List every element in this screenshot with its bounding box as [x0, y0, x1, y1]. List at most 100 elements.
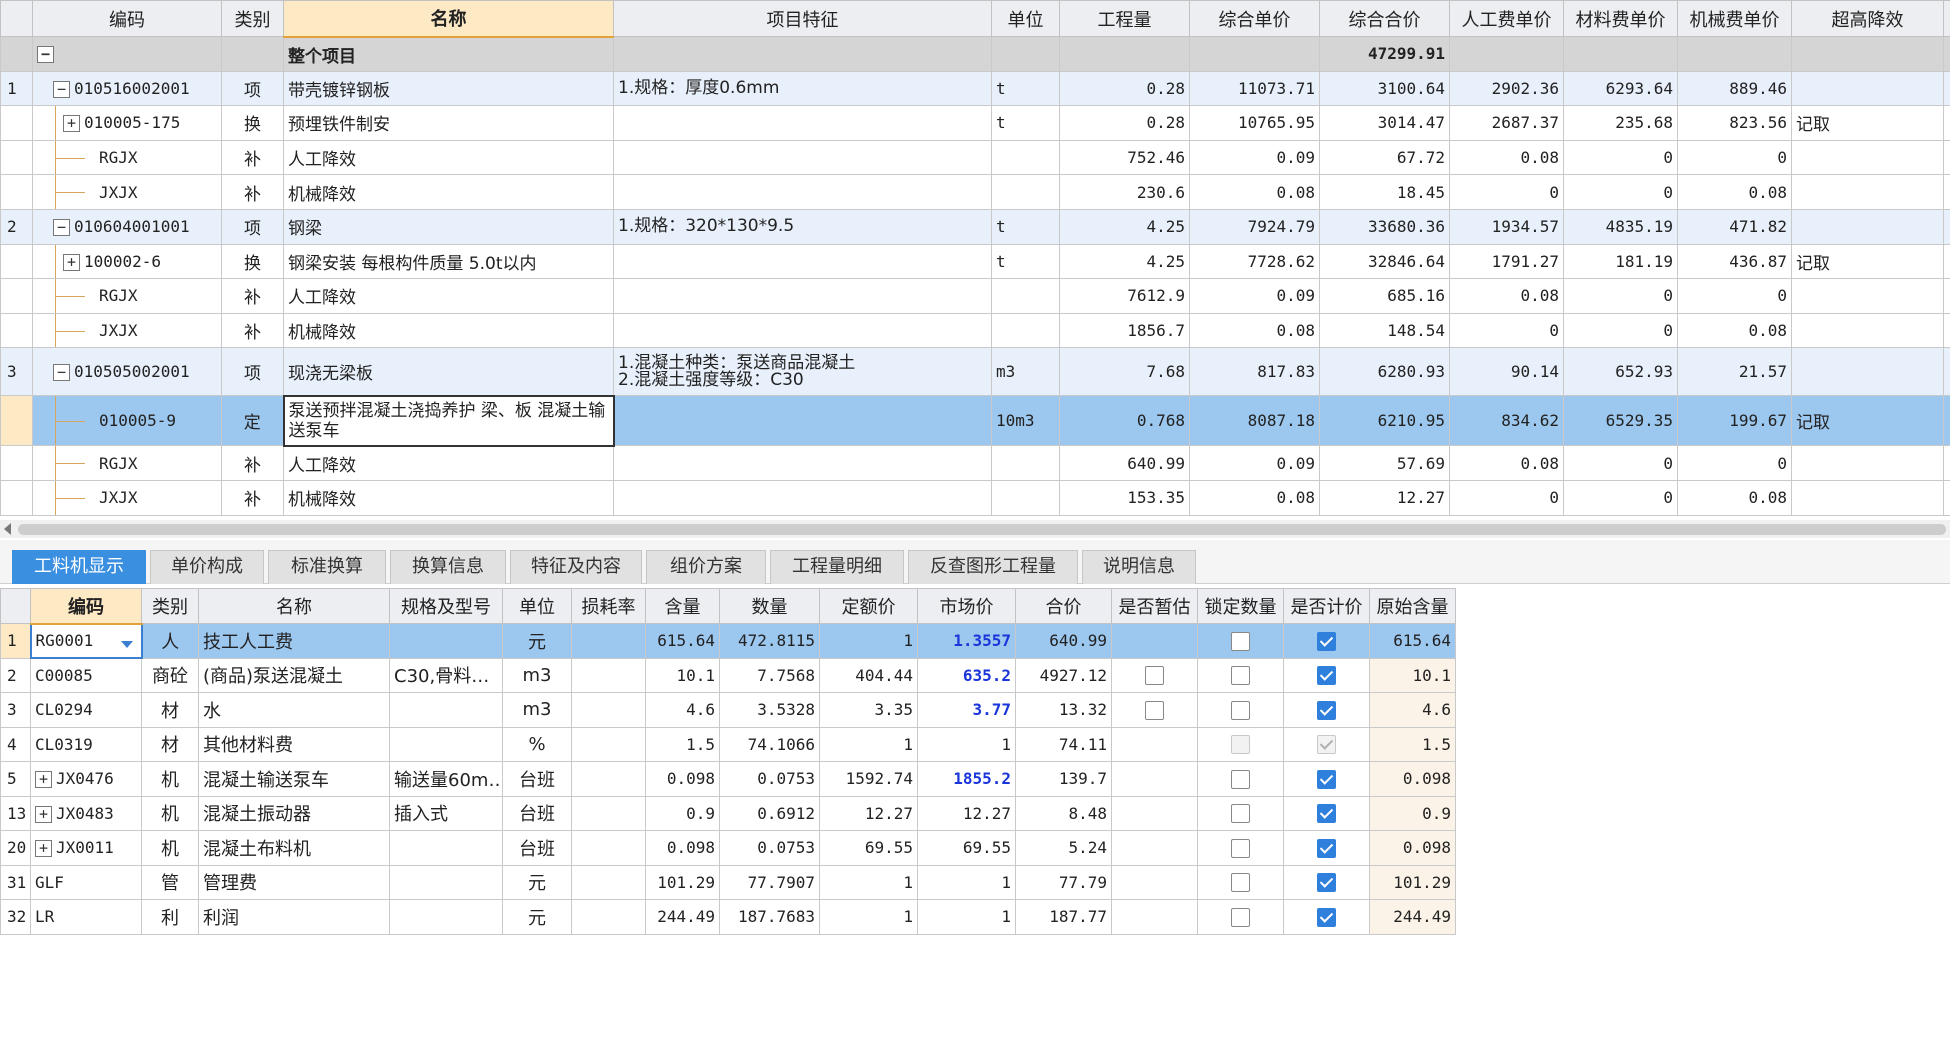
- name-cell[interactable]: 机械降效: [283, 312, 614, 349]
- name-cell[interactable]: 现浇无梁板: [283, 347, 614, 397]
- content-cell[interactable]: 615.64: [645, 623, 720, 659]
- spec-cell[interactable]: [389, 899, 503, 935]
- header-type[interactable]: 类别: [221, 0, 284, 37]
- content-cell[interactable]: 244.49: [645, 899, 720, 935]
- header-code[interactable]: 编码: [32, 0, 222, 37]
- resource-row[interactable]: 5 + JX0476 机混凝土输送泵车 输送量60m… 台班 0.098 0.0753 1592…: [0, 761, 1456, 797]
- type-cell[interactable]: 材: [141, 726, 199, 762]
- priced-checkbox[interactable]: [1317, 769, 1336, 789]
- priced-checkbox[interactable]: [1317, 700, 1336, 720]
- unit-cell[interactable]: m3: [991, 347, 1060, 397]
- name-cell[interactable]: 混凝土布料机: [198, 830, 390, 866]
- spec-cell[interactable]: 插入式: [389, 795, 503, 831]
- lock-qty-checkbox[interactable]: [1231, 804, 1250, 824]
- scroll-thumb[interactable]: [18, 524, 1946, 535]
- quantity-cell[interactable]: 472.8115: [719, 623, 820, 659]
- tab-description[interactable]: 说明信息: [1082, 550, 1196, 584]
- quantity-cell[interactable]: 77.7907: [719, 864, 820, 900]
- type-cell[interactable]: 换: [221, 105, 284, 141]
- resource-row[interactable]: 3 CL0294 材水 m3 4.6 3.5328 3.35 3.77 13.32 4.6: [0, 692, 1456, 728]
- expand-icon[interactable]: +: [35, 771, 52, 789]
- type-cell[interactable]: 人: [141, 623, 199, 659]
- height-reduction-cell[interactable]: [1791, 70, 1944, 107]
- name-cell[interactable]: 利润: [198, 899, 390, 935]
- market-price-cell[interactable]: 635.2: [917, 657, 1016, 693]
- code-cell[interactable]: JXJX: [32, 174, 222, 210]
- market-price-cell[interactable]: 1: [917, 899, 1016, 935]
- qty-cell[interactable]: 7.68: [1059, 347, 1190, 397]
- type-cell[interactable]: 材: [141, 692, 199, 728]
- code-editor[interactable]: RG0001: [29, 622, 143, 659]
- code-cell[interactable]: −010505002001: [32, 347, 222, 397]
- tab-labor-material-machine[interactable]: 工料机显示: [12, 550, 146, 584]
- root-row[interactable]: − 整个项目 47299.91: [0, 36, 1950, 72]
- name-cell[interactable]: 机械降效: [283, 174, 614, 210]
- qty-cell[interactable]: 752.46: [1059, 139, 1190, 176]
- feature-cell[interactable]: [613, 139, 992, 176]
- collapse-icon[interactable]: −: [53, 219, 70, 237]
- type-cell[interactable]: 补: [221, 174, 284, 210]
- name-cell[interactable]: 管理费: [198, 864, 390, 900]
- type-cell[interactable]: 项: [221, 347, 284, 397]
- collapse-icon[interactable]: −: [53, 80, 70, 98]
- lock-qty-checkbox[interactable]: [1231, 666, 1250, 686]
- spec-cell[interactable]: [389, 864, 503, 900]
- loss-rate-cell[interactable]: [571, 899, 646, 935]
- market-price-cell[interactable]: 1.3557: [917, 623, 1016, 659]
- type-cell[interactable]: 项: [221, 70, 284, 107]
- height-reduction-cell[interactable]: 记取: [1791, 243, 1944, 280]
- code-cell[interactable]: + JX0476: [30, 761, 142, 797]
- code-cell[interactable]: RGJX: [32, 445, 222, 481]
- code-cell[interactable]: 010005-9: [32, 395, 222, 447]
- unit-cell[interactable]: 元: [502, 623, 572, 659]
- feature-cell[interactable]: [613, 312, 992, 349]
- quantity-cell[interactable]: 0.0753: [719, 761, 820, 797]
- type-cell[interactable]: 定: [221, 395, 284, 447]
- lock-qty-checkbox[interactable]: [1231, 700, 1250, 720]
- height-reduction-cell[interactable]: [1791, 445, 1944, 481]
- unit-cell[interactable]: %: [502, 726, 572, 762]
- tab-reverse-graphic-quantity[interactable]: 反查图形工程量: [908, 550, 1078, 584]
- qty-cell[interactable]: 230.6: [1059, 174, 1190, 210]
- feature-cell[interactable]: [613, 479, 992, 516]
- quantity-cell[interactable]: 187.7683: [719, 899, 820, 935]
- bill-row[interactable]: RGJX 补人工降效 752.46 0.09 67.72 0.08 0 0: [0, 139, 1950, 176]
- lock-qty-checkbox[interactable]: [1231, 838, 1250, 858]
- height-reduction-cell[interactable]: [1791, 278, 1944, 314]
- name-cell[interactable]: 技工人工费: [198, 623, 390, 659]
- header-spec[interactable]: 规格及型号: [389, 588, 503, 624]
- code-cell[interactable]: −010604001001: [32, 208, 222, 245]
- header-extra[interactable]: 超高降效: [1791, 0, 1944, 37]
- type-cell[interactable]: 补: [221, 445, 284, 481]
- market-price-cell[interactable]: 1855.2: [917, 761, 1016, 797]
- horizontal-scrollbar[interactable]: [0, 520, 1950, 538]
- unit-cell[interactable]: m3: [502, 657, 572, 693]
- spec-cell[interactable]: [389, 692, 503, 728]
- type-cell[interactable]: 利: [141, 899, 199, 935]
- header-code[interactable]: 编码: [30, 588, 142, 625]
- loss-rate-cell[interactable]: [571, 692, 646, 728]
- feature-cell[interactable]: 1.规格：厚度0.6mm: [613, 70, 992, 107]
- type-cell[interactable]: 机: [141, 761, 199, 797]
- resource-row[interactable]: 4 CL0319 材其他材料费% 1.5 74.1066 1 1 74.11 1.5: [0, 726, 1456, 762]
- feature-cell[interactable]: [613, 445, 992, 481]
- code-cell[interactable]: C00085: [30, 657, 142, 693]
- name-cell[interactable]: 带壳镀锌钢板: [283, 70, 614, 107]
- priced-checkbox[interactable]: [1317, 907, 1336, 927]
- header-material[interactable]: 材料费单价: [1563, 0, 1678, 37]
- quantity-cell[interactable]: 3.5328: [719, 692, 820, 728]
- resource-row[interactable]: 1 RG0001 人技工人工费元 615.64 472.8115 1 1.3557 640.9…: [0, 622, 1456, 659]
- type-cell[interactable]: 补: [221, 139, 284, 176]
- unit-cell[interactable]: t: [991, 208, 1060, 245]
- provisional-checkbox[interactable]: [1145, 666, 1164, 686]
- lock-qty-checkbox[interactable]: [1231, 873, 1250, 893]
- resource-row[interactable]: 32 LR 利利润元 244.49 187.7683 1 1 187.77 244.49: [0, 899, 1456, 935]
- code-cell[interactable]: RGJX: [32, 139, 222, 176]
- header-quota-price[interactable]: 定额价: [819, 588, 918, 624]
- priced-checkbox[interactable]: [1317, 804, 1336, 824]
- expand-icon[interactable]: +: [35, 805, 52, 823]
- bill-row[interactable]: 2−010604001001 项钢梁 1.规格：320*130*9.5 t 4.25 79…: [0, 208, 1950, 245]
- tab-standard-conversion[interactable]: 标准换算: [268, 550, 386, 584]
- header-lock-qty[interactable]: 锁定数量: [1197, 588, 1284, 624]
- code-cell[interactable]: + JX0011: [30, 830, 142, 866]
